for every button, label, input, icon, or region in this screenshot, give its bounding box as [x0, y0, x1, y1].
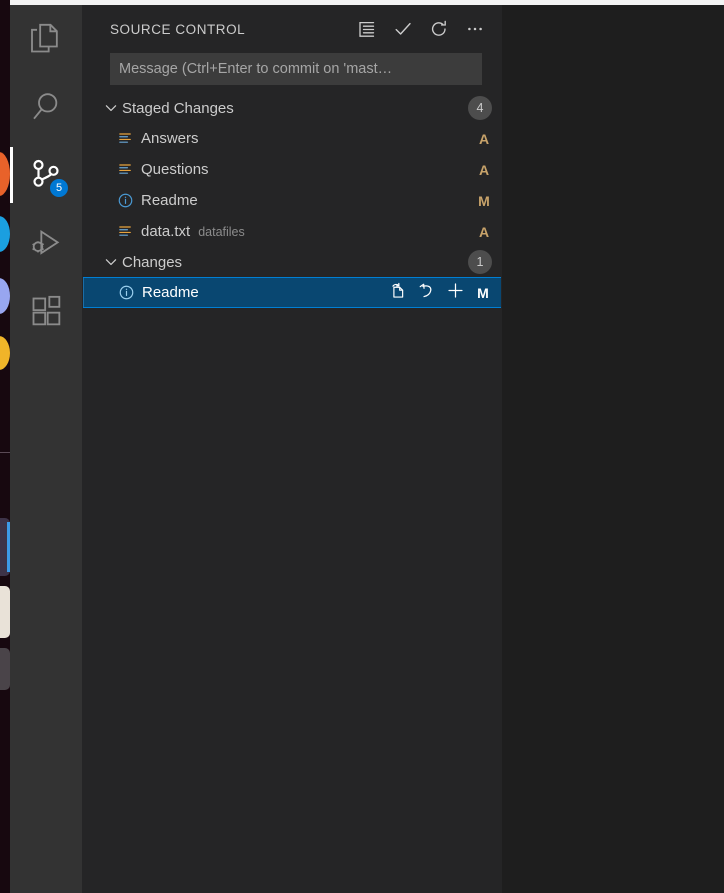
open-file-button[interactable]: [387, 281, 407, 305]
resource-name: Readme: [141, 192, 198, 209]
resource-status: A: [478, 161, 490, 178]
resource-status: M: [478, 192, 490, 209]
active-item-indicator: [10, 147, 13, 203]
group-header-changes[interactable]: Changes 1: [82, 247, 502, 277]
list-flat-icon: [357, 19, 377, 39]
debug-icon: [26, 223, 66, 263]
files-icon: [26, 19, 66, 59]
bg-chip-periwinkle: [0, 278, 10, 314]
resource-row-answers[interactable]: Answers A: [82, 123, 502, 154]
resource-name: Readme: [142, 284, 199, 301]
resource-status: A: [478, 223, 490, 240]
group-count-badge: 4: [468, 96, 492, 120]
activity-bar: 5: [10, 5, 82, 893]
resource-name: Answers: [141, 130, 199, 147]
resource-status: M: [477, 284, 489, 301]
group-header-staged-changes[interactable]: Staged Changes 4: [82, 93, 502, 123]
commit-button[interactable]: [392, 18, 414, 40]
resource-status: A: [478, 130, 490, 147]
commit-message-row: [82, 53, 502, 85]
window-chrome-strip-left: [0, 0, 10, 5]
source-control-tree: Staged Changes 4 Answers A Questions A R…: [82, 93, 502, 308]
panel-header-actions: [356, 18, 486, 40]
bg-chip-yellow: [0, 336, 10, 370]
page-title: SOURCE CONTROL: [110, 21, 246, 37]
open-file-icon: [388, 281, 407, 305]
chevron-down-icon: [102, 99, 120, 117]
refresh-button[interactable]: [428, 18, 450, 40]
group-count-badge: 1: [468, 250, 492, 274]
refresh-icon: [429, 19, 449, 39]
resource-actions: [387, 281, 465, 305]
group-label: Changes: [122, 253, 183, 271]
check-icon: [393, 19, 413, 39]
resource-description: datafiles: [198, 224, 245, 239]
editor-area: [502, 5, 724, 893]
source-control-badge: 5: [50, 179, 68, 197]
group-label: Staged Changes: [122, 99, 234, 117]
activity-bar-item-run-and-debug[interactable]: [10, 209, 82, 277]
panel-header: SOURCE CONTROL: [82, 5, 502, 53]
discard-changes-button[interactable]: [416, 283, 436, 303]
resource-row-data-txt[interactable]: data.txt datafiles A: [82, 216, 502, 247]
text-file-icon: [115, 129, 135, 149]
activity-bar-item-source-control[interactable]: 5: [10, 141, 82, 209]
search-icon: [26, 87, 66, 127]
source-control-panel: SOURCE CONTROL Message (Ctrl+Enter to co…: [82, 5, 502, 893]
resource-row-questions[interactable]: Questions A: [82, 154, 502, 185]
text-file-icon: [115, 222, 135, 242]
more-actions-button[interactable]: [464, 18, 486, 40]
stage-changes-button[interactable]: [445, 281, 465, 305]
extensions-icon: [26, 291, 66, 331]
text-file-icon: [115, 160, 135, 180]
resource-name: Questions: [141, 161, 209, 178]
resource-row-readme-staged[interactable]: Readme M: [82, 185, 502, 216]
info-file-icon: [115, 191, 135, 211]
vscode-window: 5 SOURCE CONTROL Message (Ctrl+Enter to …: [0, 0, 724, 893]
view-as-tree-button[interactable]: [356, 18, 378, 40]
bg-panel-selected: [0, 518, 10, 576]
ellipsis-icon: [465, 19, 485, 39]
bg-chip-orange: [0, 152, 10, 196]
info-file-icon: [116, 283, 136, 303]
resource-name: data.txt: [141, 223, 191, 240]
plus-icon: [446, 281, 465, 305]
chevron-down-icon: [102, 253, 120, 271]
bg-panel-light: [0, 586, 10, 638]
resource-row-readme-changes[interactable]: Readme M: [83, 277, 501, 308]
discard-icon: [417, 281, 436, 305]
activity-bar-item-search[interactable]: [10, 73, 82, 141]
bg-chip-blue: [0, 216, 10, 252]
bg-panel-dark: [0, 648, 10, 690]
activity-bar-item-extensions[interactable]: [10, 277, 82, 345]
commit-message-input[interactable]: [110, 53, 482, 85]
activity-bar-item-explorer[interactable]: [10, 5, 82, 73]
